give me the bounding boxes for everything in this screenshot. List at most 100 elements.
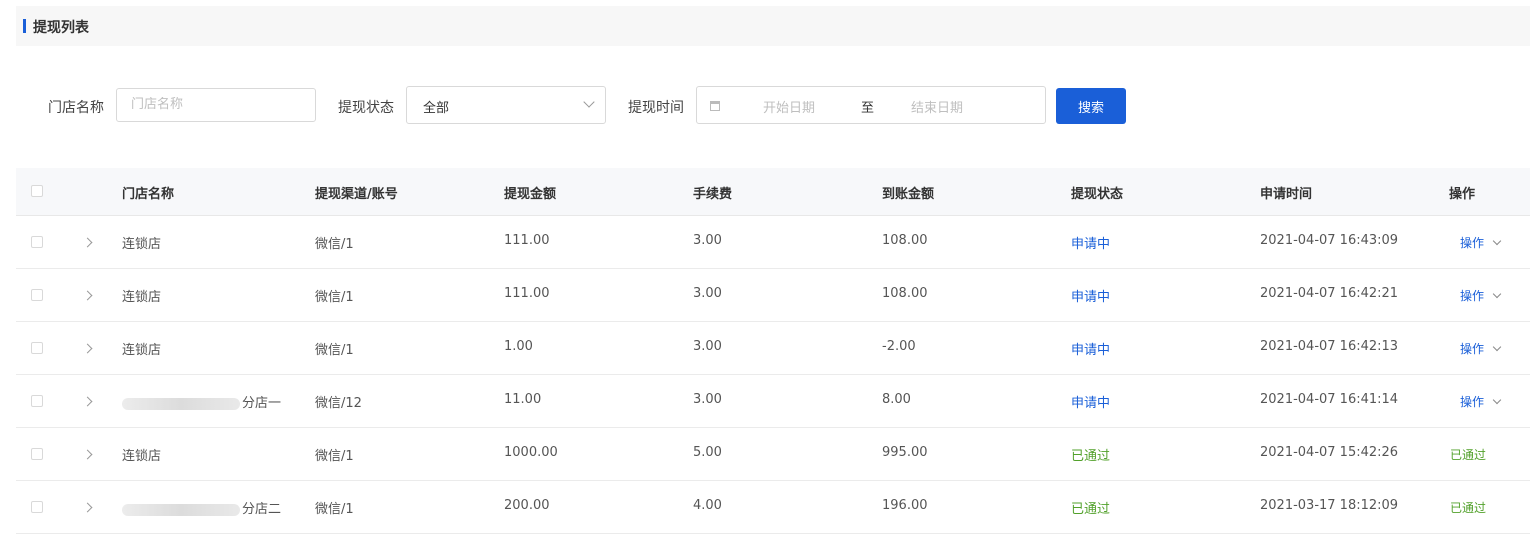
action-dropdown-label: 操作 — [1460, 289, 1485, 303]
received-cell: 8.00 — [882, 392, 911, 407]
table-row: 连锁店 微信/1 111.00 3.00 108.00 申请中 2021-04-07 16:… — [16, 269, 1530, 322]
status-cell: 申请中 — [1071, 237, 1111, 252]
store-name-cell: 分店一 — [122, 392, 281, 411]
chevron-right-icon[interactable] — [82, 290, 93, 301]
table-body: 连锁店 微信/1 111.00 3.00 108.00 申请中 2021-04-07 16:… — [16, 216, 1530, 534]
received-cell: 108.00 — [882, 286, 928, 301]
status-cell: 申请中 — [1071, 290, 1111, 305]
redacted-name — [122, 503, 240, 516]
table-row: 连锁店 微信/1 1000.00 5.00 995.00 已通过 2021-04-07 15… — [16, 428, 1530, 481]
table-row: 连锁店 微信/1 1.00 3.00 -2.00 申请中 2021-04-07 16:42:… — [16, 322, 1530, 375]
store-name-cell: 连锁店 — [122, 449, 162, 464]
store-name-label: 门店名称 — [48, 100, 104, 116]
column-header-channel: 提现渠道/账号 — [315, 187, 398, 202]
action-dropdown[interactable]: 操作 — [1460, 340, 1502, 357]
table-header: 门店名称 提现渠道/账号 提现金额 手续费 到账金额 提现状态 申请时间 操作 — [16, 168, 1530, 216]
chevron-right-icon[interactable] — [82, 237, 93, 248]
column-header-amount: 提现金额 — [504, 187, 557, 202]
column-header-received: 到账金额 — [882, 187, 935, 202]
store-name-field — [116, 88, 316, 122]
action-dropdown[interactable]: 操作 — [1460, 287, 1502, 304]
received-cell: 995.00 — [882, 445, 928, 460]
store-name-cell: 连锁店 — [122, 290, 162, 305]
chevron-right-icon[interactable] — [82, 396, 93, 407]
row-checkbox[interactable] — [31, 289, 43, 301]
channel-cell: 微信/1 — [315, 237, 354, 252]
amount-cell: 11.00 — [504, 392, 542, 407]
chevron-down-icon — [1492, 395, 1502, 405]
chevron-down-icon — [1492, 289, 1502, 299]
action-dropdown-label: 操作 — [1460, 342, 1485, 356]
redacted-name — [122, 397, 240, 410]
status-select-value: 全部 — [423, 101, 450, 116]
store-name-cell: 连锁店 — [122, 237, 162, 252]
status-select[interactable]: 全部 — [406, 86, 606, 124]
status-cell: 已通过 — [1071, 449, 1111, 464]
column-header-fee: 手续费 — [693, 187, 733, 202]
action-status-text: 已通过 — [1450, 501, 1487, 515]
action-dropdown[interactable]: 操作 — [1460, 393, 1502, 410]
store-name-text: 分店二 — [242, 502, 282, 517]
withdrawal-table: 门店名称 提现渠道/账号 提现金额 手续费 到账金额 提现状态 申请时间 操作 … — [16, 168, 1530, 534]
end-date-input[interactable]: 结束日期 — [911, 97, 963, 116]
table-row: 连锁店 微信/1 111.00 3.00 108.00 申请中 2021-04-07 16:… — [16, 216, 1530, 269]
start-date-input[interactable]: 开始日期 — [763, 97, 815, 116]
action-dropdown-label: 操作 — [1460, 236, 1485, 250]
chevron-right-icon[interactable] — [82, 343, 93, 354]
row-checkbox[interactable] — [31, 448, 43, 460]
time-cell: 2021-04-07 16:42:21 — [1260, 286, 1399, 301]
status-cell: 申请中 — [1071, 396, 1111, 411]
fee-cell: 4.00 — [693, 498, 722, 513]
received-cell: 196.00 — [882, 498, 928, 513]
action-dropdown-label: 操作 — [1460, 395, 1485, 409]
received-cell: 108.00 — [882, 233, 928, 248]
chevron-down-icon — [1492, 236, 1502, 246]
calendar-icon — [710, 101, 720, 111]
action-status-text: 已通过 — [1450, 448, 1487, 462]
amount-cell: 111.00 — [504, 233, 550, 248]
channel-cell: 微信/1 — [315, 343, 354, 358]
status-label: 提现状态 — [338, 100, 394, 116]
amount-cell: 1.00 — [504, 339, 533, 354]
fee-cell: 3.00 — [693, 392, 722, 407]
chevron-right-icon[interactable] — [82, 449, 93, 460]
time-cell: 2021-04-07 16:43:09 — [1260, 233, 1399, 248]
fee-cell: 5.00 — [693, 445, 722, 460]
store-name-input[interactable] — [131, 97, 291, 112]
column-header-status: 提现状态 — [1071, 187, 1124, 202]
column-header-store: 门店名称 — [122, 187, 175, 202]
row-checkbox[interactable] — [31, 236, 43, 248]
channel-cell: 微信/1 — [315, 449, 354, 464]
amount-cell: 200.00 — [504, 498, 550, 513]
status-cell: 申请中 — [1071, 343, 1111, 358]
row-checkbox[interactable] — [31, 342, 43, 354]
time-cell: 2021-04-07 15:42:26 — [1260, 445, 1399, 460]
channel-cell: 微信/12 — [315, 396, 362, 411]
row-checkbox[interactable] — [31, 501, 43, 513]
fee-cell: 3.00 — [693, 286, 722, 301]
search-button[interactable]: 搜索 — [1056, 88, 1126, 124]
store-name-cell: 连锁店 — [122, 343, 162, 358]
column-header-actions: 操作 — [1449, 187, 1476, 202]
chevron-right-icon[interactable] — [82, 502, 93, 513]
amount-cell: 1000.00 — [504, 445, 558, 460]
select-all-checkbox[interactable] — [31, 185, 43, 197]
received-cell: -2.00 — [882, 339, 916, 354]
action-dropdown[interactable]: 操作 — [1460, 234, 1502, 251]
date-range-separator: 至 — [861, 101, 875, 116]
store-name-text: 分店一 — [242, 396, 282, 411]
date-range-picker[interactable]: 开始日期 至 结束日期 — [696, 86, 1046, 124]
row-checkbox[interactable] — [31, 395, 43, 407]
title-accent-bar — [23, 19, 26, 33]
fee-cell: 3.00 — [693, 233, 722, 248]
column-header-time: 申请时间 — [1260, 187, 1313, 202]
amount-cell: 111.00 — [504, 286, 550, 301]
channel-cell: 微信/1 — [315, 502, 354, 517]
table-row: 分店二 微信/1 200.00 4.00 196.00 已通过 2021-03-17 18:… — [16, 481, 1530, 534]
panel-header: 提现列表 — [16, 6, 1530, 46]
table-row: 分店一 微信/12 11.00 3.00 8.00 申请中 2021-04-07 16:41… — [16, 375, 1530, 428]
chevron-down-icon — [1492, 342, 1502, 352]
page-title: 提现列表 — [33, 20, 89, 36]
time-cell: 2021-04-07 16:41:14 — [1260, 392, 1399, 407]
chevron-down-icon — [583, 96, 595, 108]
